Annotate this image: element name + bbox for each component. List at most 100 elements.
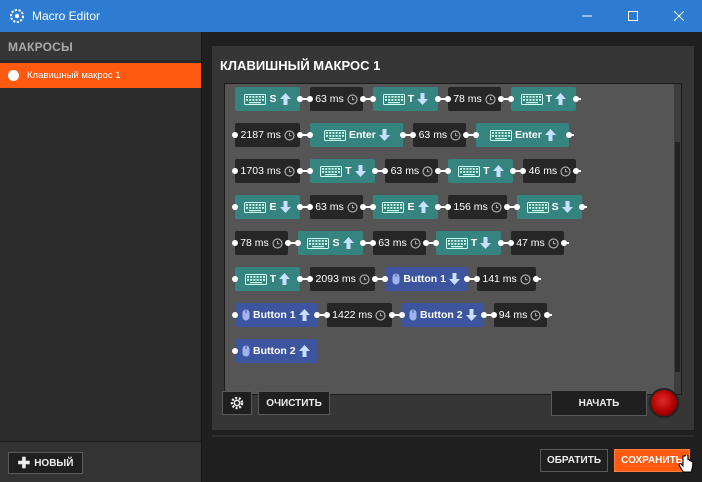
step-label: 78 ms — [453, 93, 482, 105]
delay-step[interactable]: 78 ms — [445, 87, 504, 111]
minimize-button[interactable] — [564, 0, 610, 32]
main-area: КЛАВИШНЫЙ МАКРОС 1 S 63 ms T 78 ms T 2187 ms E… — [202, 32, 702, 482]
keyboard-icon — [244, 273, 267, 285]
record-indicator-icon[interactable] — [649, 388, 679, 418]
key-step[interactable]: T — [307, 159, 379, 183]
key-step[interactable]: S — [514, 195, 586, 219]
key-step[interactable]: T — [445, 159, 517, 183]
key-step[interactable]: Enter — [473, 123, 573, 147]
step-label: 78 ms — [240, 237, 269, 249]
delay-step[interactable]: 63 ms — [307, 87, 366, 111]
clock-icon — [485, 93, 496, 105]
mouse-icon — [242, 345, 250, 357]
step-connector — [576, 170, 582, 172]
clock-icon — [410, 237, 421, 249]
delay-step[interactable]: 2093 ms — [306, 267, 379, 291]
mouse-step[interactable]: Button 1 — [232, 303, 320, 327]
keyboard-icon — [458, 165, 481, 177]
step-label: 63 ms — [378, 237, 407, 249]
delay-step[interactable]: 1703 ms — [231, 159, 304, 183]
step-label: T — [345, 165, 352, 177]
clock-icon — [359, 273, 370, 285]
delay-step[interactable]: 63 ms — [382, 159, 442, 183]
clock-icon — [422, 165, 433, 177]
clear-button[interactable]: ОЧИСТИТЬ — [258, 391, 330, 415]
keyboard-icon — [489, 129, 512, 141]
clock-icon — [284, 129, 295, 141]
keyboard-icon — [526, 201, 549, 213]
maximize-button[interactable] — [610, 0, 656, 32]
arrow-up-icon — [279, 93, 291, 105]
step-label: S — [332, 237, 340, 249]
key-step[interactable]: T — [370, 87, 441, 111]
step-label: T — [470, 237, 478, 249]
arrow-down-icon — [417, 93, 429, 105]
close-button[interactable] — [656, 0, 702, 32]
clock-icon — [520, 273, 531, 285]
key-step[interactable]: E — [232, 195, 303, 219]
delay-step[interactable]: 141 ms — [473, 267, 540, 291]
delay-step[interactable]: 156 ms — [444, 195, 511, 219]
clock-icon — [284, 165, 295, 177]
new-macro-button[interactable]: ✚ НОВЫЙ — [8, 452, 83, 474]
step-label: 2093 ms — [315, 273, 356, 285]
mouse-icon — [409, 309, 417, 321]
keyboard-icon — [307, 237, 330, 249]
vertical-scrollbar[interactable] — [674, 84, 681, 394]
revert-button[interactable]: ОБРАТИТЬ — [540, 449, 608, 472]
arrow-down-icon — [354, 165, 366, 177]
mouse-step[interactable]: Button 2 — [232, 339, 317, 363]
macro-title: КЛАВИШНЫЙ МАКРОС 1 — [220, 58, 381, 73]
step-label: 156 ms — [453, 201, 488, 213]
delay-step[interactable]: 1422 ms — [323, 303, 396, 327]
key-step[interactable]: S — [295, 231, 366, 255]
sidebar-header: МАКРОСЫ — [0, 32, 201, 60]
delay-step[interactable]: 63 ms — [410, 123, 470, 147]
delay-step[interactable]: 63 ms — [307, 195, 366, 219]
mouse-icon — [392, 273, 400, 285]
scrollbar-thumb[interactable] — [675, 142, 680, 372]
step-label: E — [407, 201, 415, 213]
settings-button[interactable] — [222, 391, 252, 415]
delay-step[interactable]: 94 ms — [490, 303, 550, 327]
arrow-up-icon — [555, 93, 567, 105]
step-label: 46 ms — [528, 165, 558, 177]
key-step[interactable]: Enter — [307, 123, 407, 147]
sidebar-footer: ✚ НОВЫЙ — [0, 441, 201, 482]
step-label: Button 1 — [403, 273, 446, 285]
key-step[interactable]: E — [370, 195, 441, 219]
keyboard-icon — [323, 129, 346, 141]
window-title: Macro Editor — [32, 9, 101, 23]
mouse-step[interactable]: Button 1 — [382, 267, 470, 291]
delay-step[interactable]: 46 ms — [520, 159, 580, 183]
start-recording-button[interactable]: НАЧАТЬ — [551, 390, 647, 416]
key-step[interactable]: T — [508, 87, 579, 111]
close-icon — [674, 11, 684, 21]
step-connector — [582, 206, 588, 208]
arrow-up-icon — [417, 201, 429, 213]
step-label: 63 ms — [315, 201, 344, 213]
mouse-step[interactable]: Button 2 — [399, 303, 487, 327]
clock-icon — [548, 237, 559, 249]
macro-sequence-editor[interactable]: S 63 ms T 78 ms T 2187 ms Enter 63 ms Enter 1703 … — [224, 83, 682, 395]
step-label: Button 2 — [420, 309, 463, 321]
keyboard-icon — [445, 237, 468, 249]
key-step[interactable]: T — [232, 267, 303, 291]
arrow-up-icon — [298, 309, 310, 321]
step-label: 141 ms — [482, 273, 517, 285]
delay-step[interactable]: 78 ms — [232, 231, 291, 255]
key-step[interactable]: T — [433, 231, 504, 255]
clock-icon — [347, 93, 358, 105]
key-step[interactable]: S — [235, 87, 303, 111]
maximize-icon — [628, 11, 638, 21]
keyboard-icon — [520, 93, 543, 105]
delay-step[interactable]: 63 ms — [370, 231, 429, 255]
arrow-up-icon — [342, 237, 354, 249]
step-label: T — [407, 93, 415, 105]
step-label: 63 ms — [390, 165, 420, 177]
step-label: E — [269, 201, 277, 213]
arrow-down-icon — [465, 309, 477, 321]
delay-step[interactable]: 2187 ms — [231, 123, 304, 147]
delay-step[interactable]: 47 ms — [508, 231, 567, 255]
sidebar-item-macro[interactable]: Клавишный макрос 1 — [0, 63, 201, 88]
